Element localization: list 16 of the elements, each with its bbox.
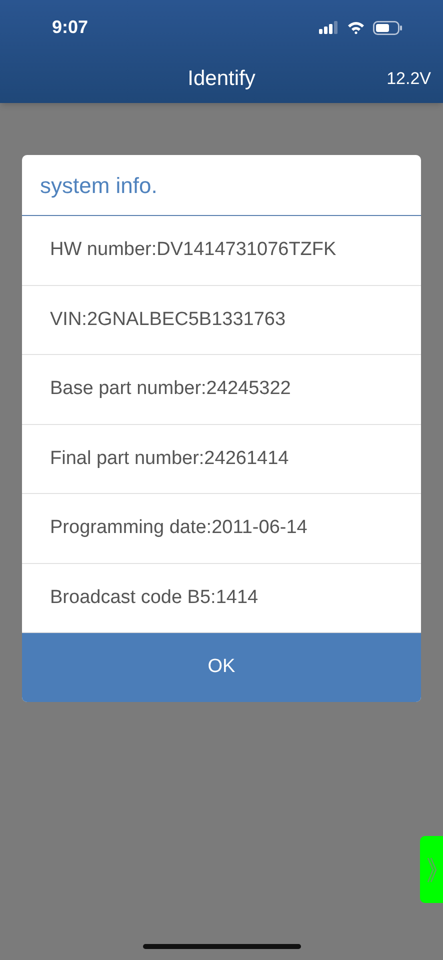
dialog-title: system info.: [40, 172, 158, 200]
info-row-text: Final part number:24261414: [50, 446, 289, 470]
status-time: 9:07: [52, 16, 88, 39]
chevron-icon: [426, 856, 436, 884]
info-row-text: Base part number:24245322: [50, 377, 291, 401]
side-panel-tab[interactable]: [420, 836, 443, 903]
info-row-text: Broadcast code B5:1414: [50, 586, 258, 610]
voltage-reading: 12.2V: [386, 68, 431, 90]
signal-icon: [319, 21, 339, 34]
screen-title: Identify: [188, 66, 256, 92]
battery-icon: [373, 20, 403, 34]
info-row-text: VIN:2GNALBEC5B1331763: [50, 308, 286, 332]
ok-button[interactable]: OK: [22, 633, 421, 702]
wifi-icon: [347, 21, 365, 34]
info-row-text: Programming date:2011-06-14: [50, 516, 308, 540]
info-row-text: HW number:DV1414731076TZFK: [50, 238, 336, 262]
